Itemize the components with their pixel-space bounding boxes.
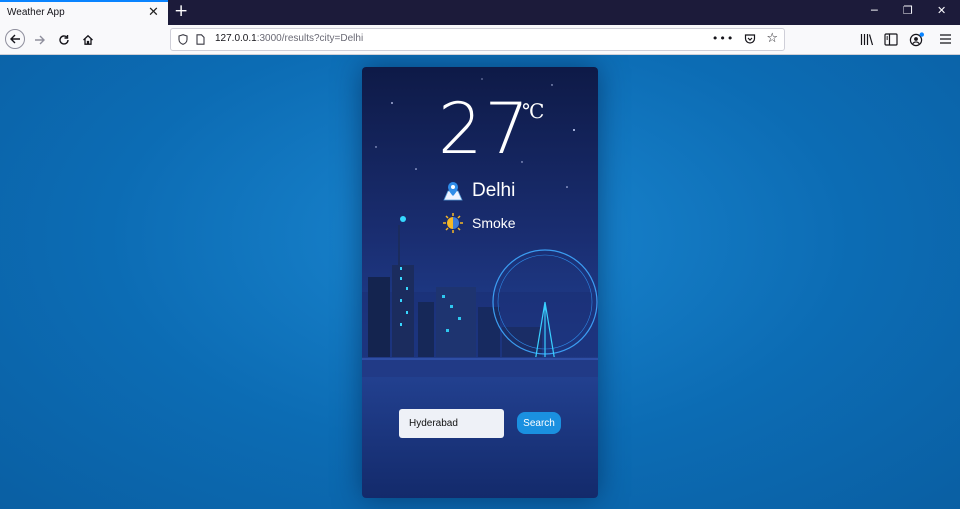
restore-icon[interactable]: ❐ xyxy=(903,4,913,18)
map-location-icon xyxy=(443,182,463,201)
window-close-icon[interactable]: ✕ xyxy=(937,4,946,18)
home-button[interactable] xyxy=(77,29,99,51)
temperature-value: 27 xyxy=(438,88,532,170)
url-path: :3000/results?city=Delhi xyxy=(256,33,364,44)
url-host: 127.0.0.1 xyxy=(215,33,257,44)
tab-title: Weather App xyxy=(7,7,65,18)
library-icon[interactable] xyxy=(860,33,874,46)
reload-icon xyxy=(59,35,69,45)
city-search-input[interactable] xyxy=(399,409,504,438)
page-background: 27 ℃ Delhi Smoke Search xyxy=(0,55,960,509)
temperature-unit: ℃ xyxy=(522,99,545,123)
condition-row: Smoke xyxy=(442,212,516,234)
search-button[interactable]: Search xyxy=(517,412,561,434)
page-actions-icon[interactable]: ••• xyxy=(712,32,734,45)
city-name: Delhi xyxy=(472,180,516,201)
weather-condition: Smoke xyxy=(472,215,516,231)
home-icon xyxy=(83,34,93,45)
reload-button[interactable] xyxy=(53,29,75,51)
back-arrow-icon xyxy=(10,34,20,44)
tab-strip: Weather App ✕ + ─ ❐ ✕ xyxy=(0,0,960,25)
active-tab[interactable]: Weather App ✕ xyxy=(0,0,168,25)
back-button[interactable] xyxy=(5,29,25,49)
sun-smoke-icon xyxy=(443,213,463,233)
tracking-shield-icon[interactable] xyxy=(178,34,188,45)
page-icon[interactable] xyxy=(196,34,205,45)
new-tab-icon[interactable]: + xyxy=(174,1,188,21)
close-tab-icon[interactable]: ✕ xyxy=(148,5,159,21)
account-icon[interactable] xyxy=(909,32,925,47)
location-row: Delhi xyxy=(442,180,515,202)
forward-button[interactable] xyxy=(29,29,51,51)
pocket-icon[interactable] xyxy=(744,33,756,45)
minimize-icon[interactable]: ─ xyxy=(871,4,878,18)
weather-card: 27 ℃ Delhi Smoke Search xyxy=(362,67,598,498)
url-bar[interactable]: 127.0.0.1:3000/results?city=Delhi ••• ☆ xyxy=(170,28,785,51)
forward-arrow-icon xyxy=(35,35,45,45)
url-text: 127.0.0.1:3000/results?city=Delhi xyxy=(215,33,363,44)
navigation-toolbar: 127.0.0.1:3000/results?city=Delhi ••• ☆ xyxy=(0,25,960,55)
menu-icon[interactable] xyxy=(940,34,951,44)
sidebar-icon[interactable] xyxy=(884,33,898,46)
bookmark-star-icon[interactable]: ☆ xyxy=(766,32,778,45)
